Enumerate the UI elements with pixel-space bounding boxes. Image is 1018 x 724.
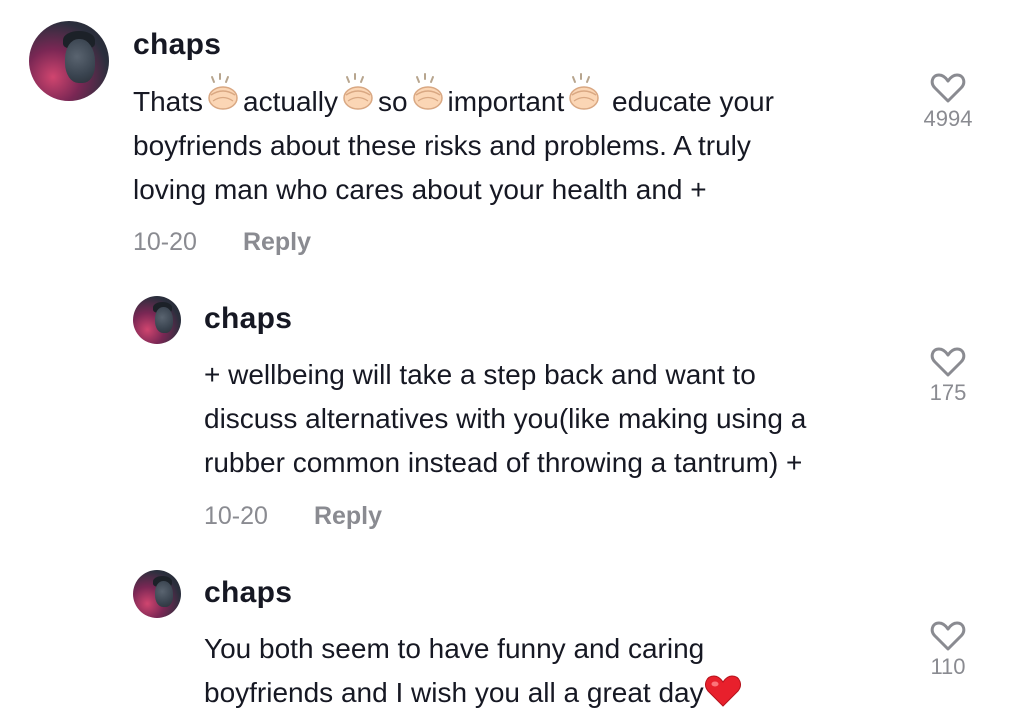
comment-text-line: discuss alternatives with you(like makin…	[204, 403, 807, 434]
comment-text-line: rubber common instead of throwing a tant…	[204, 447, 803, 478]
comment-text: Thats actually so important educate your bo…	[133, 73, 774, 212]
like-count: 4994	[923, 106, 973, 131]
like-count: 110	[930, 654, 966, 679]
comment-text-part: so	[377, 86, 408, 117]
like-button[interactable]: 175	[908, 346, 988, 406]
comment-meta: 10-20 Reply	[133, 228, 311, 257]
comment-text-part: educate your	[604, 86, 774, 117]
comment-text-line: loving man who cares about your health a…	[133, 174, 707, 205]
reply-button[interactable]: Reply	[243, 228, 311, 256]
clapping-hands-icon	[338, 73, 378, 115]
comment-text-line: boyfriends and I wish you all a great da…	[204, 677, 704, 708]
heart-outline-icon	[930, 621, 966, 651]
comment-text: You both seem to have funny and caring b…	[204, 627, 742, 715]
comment-username[interactable]: chaps	[204, 302, 292, 336]
like-button[interactable]: 4994	[908, 72, 988, 132]
clapping-hands-icon	[564, 73, 604, 115]
comment-date: 10-20	[133, 228, 197, 256]
comment-username[interactable]: chaps	[204, 576, 292, 610]
comment-meta: 10-20 Reply	[204, 502, 382, 531]
comment-text-line: + wellbeing will take a step back and wa…	[204, 359, 756, 390]
red-heart-icon	[704, 675, 741, 707]
clapping-hands-icon	[408, 73, 448, 115]
comment-date: 10-20	[204, 502, 268, 530]
clapping-hands-icon	[203, 73, 243, 115]
comment-text-part: actually	[243, 86, 338, 117]
comment-username[interactable]: chaps	[133, 28, 221, 62]
comment-text-part: important	[447, 86, 565, 117]
avatar[interactable]	[133, 570, 181, 618]
reply-button[interactable]: Reply	[314, 502, 382, 530]
comment-text-line: You both seem to have funny and caring	[204, 633, 705, 664]
avatar[interactable]	[133, 296, 181, 344]
like-count: 175	[929, 380, 967, 405]
comment-text-line: boyfriends about these risks and problem…	[133, 130, 751, 161]
comment-text-part: Thats	[133, 86, 204, 117]
avatar[interactable]	[29, 21, 109, 101]
comments-panel: chaps Thats actually so important educate y…	[0, 0, 1018, 724]
heart-outline-icon	[930, 347, 966, 377]
like-button[interactable]: 110	[908, 620, 988, 680]
heart-outline-icon	[930, 73, 966, 103]
comment-text: + wellbeing will take a step back and wa…	[204, 353, 806, 485]
